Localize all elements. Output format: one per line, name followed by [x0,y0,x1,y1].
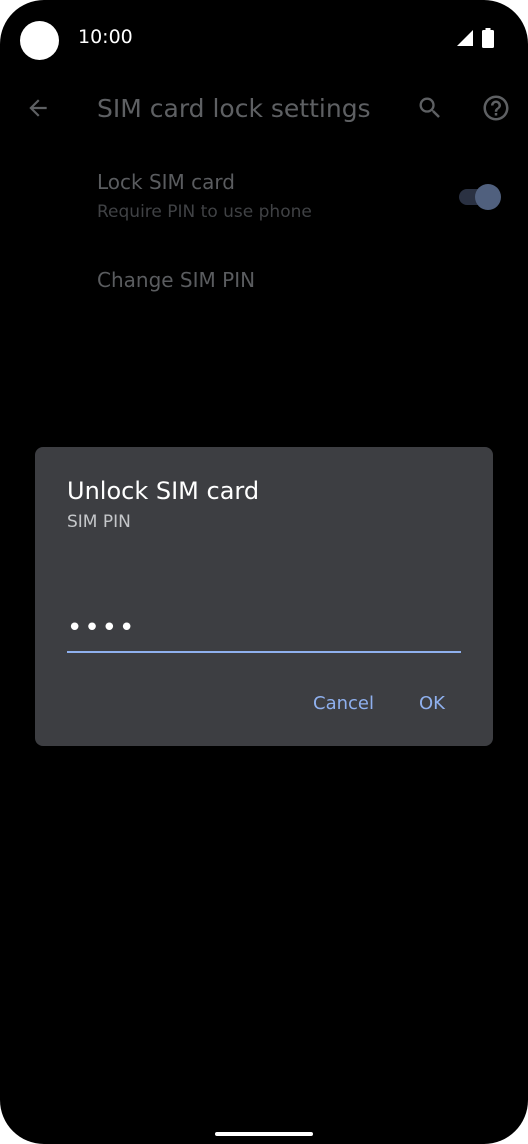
setting-change-pin[interactable]: Change SIM PIN [0,258,528,306]
setting-lock-sim-title: Lock SIM card [97,170,235,194]
setting-change-pin-title: Change SIM PIN [97,268,256,292]
pin-input[interactable]: •••• [67,611,461,653]
pin-input-value: •••• [67,613,137,643]
search-button[interactable] [414,94,446,126]
setting-lock-sim[interactable]: Lock SIM card Require PIN to use phone [0,160,528,232]
phone-screen: 10:00 SIM card lock settings Lock SIM ca… [0,0,528,1144]
app-bar: SIM card lock settings [0,80,528,140]
back-button[interactable] [22,94,54,126]
camera-cutout [20,21,59,60]
help-button[interactable] [480,94,512,126]
cancel-button[interactable]: Cancel [313,693,374,714]
ok-button[interactable]: OK [419,693,445,714]
battery-icon [482,28,494,48]
dialog-subtitle: SIM PIN [67,512,131,532]
setting-lock-sim-subtitle: Require PIN to use phone [97,202,312,222]
signal-icon [456,29,474,47]
unlock-sim-dialog: Unlock SIM card SIM PIN •••• Cancel OK [35,447,493,746]
status-time: 10:00 [78,26,133,48]
navigation-handle[interactable] [215,1132,313,1136]
dialog-title: Unlock SIM card [67,477,260,505]
toggle-thumb [475,184,501,210]
arrow-back-icon [25,95,51,125]
search-icon [416,94,444,126]
status-icons [456,28,494,48]
help-circle-icon [481,93,511,127]
page-title: SIM card lock settings [97,94,371,123]
lock-sim-toggle[interactable] [459,184,501,210]
